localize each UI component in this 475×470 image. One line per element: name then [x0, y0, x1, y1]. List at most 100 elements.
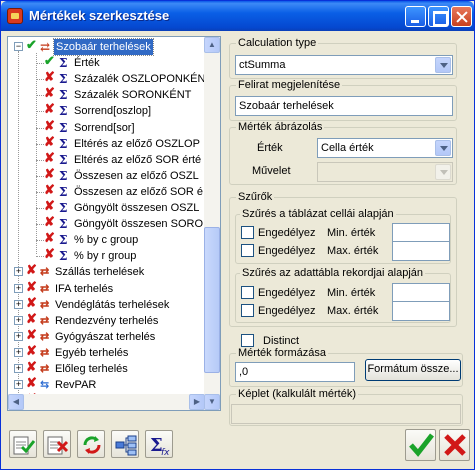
unchecked-icon[interactable]	[26, 295, 38, 311]
checked-icon[interactable]	[44, 53, 56, 69]
tree-child-item[interactable]: Σ Érték	[8, 53, 205, 71]
check-all-button[interactable]	[9, 430, 37, 458]
expand-icon[interactable]	[14, 267, 23, 277]
tree-child-item[interactable]: Σ % by c group	[8, 230, 205, 248]
unchecked-icon[interactable]	[26, 359, 38, 375]
tree-child-item[interactable]: Σ Sorrend[oszlop]	[8, 101, 205, 119]
tree-child-item[interactable]: Σ Összesen az előző OSZL	[8, 166, 205, 184]
unchecked-icon[interactable]	[26, 279, 38, 295]
tree-group-item[interactable]: ⇆ RevPAR	[8, 375, 205, 393]
minimize-button[interactable]	[405, 6, 426, 27]
unchecked-icon[interactable]	[26, 262, 38, 278]
measures-tree[interactable]: ⇄Szobaár terhelésekΣÉrtékΣSzázalék OSZLO…	[7, 36, 221, 411]
unchecked-icon[interactable]	[26, 327, 38, 343]
expand-icon[interactable]	[14, 283, 23, 293]
distinct-checkbox[interactable]	[241, 334, 254, 347]
unchecked-icon[interactable]	[44, 150, 56, 166]
format-input[interactable]: ,0	[235, 362, 355, 382]
tree-item-label: Göngyölt összesen SORO	[74, 218, 204, 231]
scroll-thumb[interactable]	[204, 227, 220, 373]
arrows-icon: ⇄	[40, 314, 50, 327]
table-max-input[interactable]	[392, 241, 450, 261]
unchecked-icon[interactable]	[44, 134, 56, 150]
unchecked-icon[interactable]	[44, 118, 56, 134]
tree-root-item[interactable]: ⇄Szobaár terhelések	[8, 37, 205, 56]
tree-item-label: % by c group	[74, 234, 139, 247]
scroll-right-button[interactable]: ▶	[189, 394, 205, 410]
table-min-input[interactable]	[392, 223, 450, 243]
tree-child-item[interactable]: Σ Eltérés az előző OSZLOP	[8, 134, 205, 152]
table-max-enable-checkbox[interactable]	[241, 244, 254, 257]
ok-button[interactable]	[405, 429, 436, 461]
tree-child-item[interactable]: Σ Százalék SORONKÉNT	[8, 85, 205, 103]
caption-input[interactable]: Szobaár terhelések	[235, 96, 453, 116]
unchecked-icon[interactable]	[44, 85, 56, 101]
tree-child-item[interactable]: Σ Sorrend[sor]	[8, 118, 205, 136]
uncheck-all-button[interactable]	[43, 430, 71, 458]
chevron-down-icon[interactable]	[435, 140, 451, 156]
tree-vertical-scrollbar[interactable]: ▲ ▼	[204, 37, 220, 410]
sigma-icon: Σ	[59, 217, 68, 232]
tree-guide-line	[36, 111, 44, 113]
maximize-button[interactable]	[428, 6, 449, 27]
tree-group-item[interactable]: ⇄ Előleg terhelés	[8, 359, 205, 377]
title-bar[interactable]: Mértékek szerkesztése	[1, 1, 474, 31]
table-min-enable-checkbox[interactable]	[241, 226, 254, 239]
unchecked-icon[interactable]	[26, 311, 38, 327]
tree-group-item[interactable]: ⇄ Vendéglátás terhelések	[8, 295, 205, 313]
scroll-down-button[interactable]: ▼	[204, 394, 220, 410]
tree-child-item[interactable]: Σ Összesen az előző SOR é	[8, 182, 205, 200]
chevron-down-icon[interactable]	[435, 57, 451, 73]
record-min-input[interactable]	[392, 283, 450, 303]
tree-item-label: Vendéglátás terhelések	[55, 298, 170, 311]
scroll-up-button[interactable]: ▲	[204, 37, 220, 53]
record-max-enable-checkbox[interactable]	[241, 304, 254, 317]
value-select[interactable]: Cella érték	[317, 138, 453, 158]
calc-type-select[interactable]: ctSumma	[235, 55, 453, 75]
formula-input[interactable]	[231, 404, 461, 424]
expand-icon[interactable]	[14, 380, 23, 390]
hierarchy-button[interactable]	[111, 430, 139, 458]
tree-group-item[interactable]: ⇄ Gyógyászat terhelés	[8, 327, 205, 345]
record-max-input[interactable]	[392, 301, 450, 321]
tree-child-item[interactable]: Σ Százalék OSZLOPONKÉNT	[8, 69, 205, 87]
format-builder-button[interactable]: Formátum össze...	[365, 359, 461, 381]
collapse-icon[interactable]	[14, 42, 23, 51]
refresh-button[interactable]	[77, 430, 105, 458]
tree-child-item[interactable]: Σ % by r group	[8, 246, 205, 264]
expand-icon[interactable]	[14, 299, 23, 309]
tree-child-item[interactable]: Σ Göngyölt összesen SORO	[8, 214, 205, 232]
unchecked-icon[interactable]	[44, 101, 56, 117]
unchecked-icon[interactable]	[26, 375, 38, 391]
unchecked-icon[interactable]	[44, 166, 56, 182]
tree-guide-line	[36, 159, 44, 161]
tree-child-item[interactable]: Σ Göngyölt összesen OSZL	[8, 198, 205, 216]
sigma-icon: Σ	[59, 72, 68, 87]
format-label: Mérték formázása	[236, 347, 329, 359]
tree-group-item[interactable]: ⇄ Szállás terhelések	[8, 262, 205, 280]
unchecked-icon[interactable]	[26, 343, 38, 359]
close-button[interactable]	[451, 6, 472, 27]
tree-group-item[interactable]: ⇄ Egyéb terhelés	[8, 343, 205, 361]
unchecked-icon[interactable]	[44, 230, 56, 246]
expand-icon[interactable]	[14, 331, 23, 341]
checked-icon[interactable]	[26, 37, 38, 53]
tree-child-item[interactable]: Σ Eltérés az előző SOR érté	[8, 150, 205, 168]
scroll-left-button[interactable]: ◀	[8, 394, 24, 410]
tree-group-item[interactable]: ⇄ IFA terhelés	[8, 279, 205, 297]
expand-icon[interactable]	[14, 364, 23, 373]
operation-select[interactable]	[317, 162, 453, 182]
unchecked-icon[interactable]	[44, 246, 56, 262]
tree-item-label: RevPAR	[55, 379, 97, 392]
expand-icon[interactable]	[14, 315, 23, 325]
unchecked-icon[interactable]	[44, 69, 56, 85]
unchecked-icon[interactable]	[44, 214, 56, 230]
record-min-enable-checkbox[interactable]	[241, 286, 254, 299]
tree-group-item[interactable]: ⇄ Rendezvény terhelés	[8, 311, 205, 329]
unchecked-icon[interactable]	[44, 182, 56, 198]
tree-horizontal-scrollbar[interactable]: ◀ ▶	[8, 394, 205, 410]
unchecked-icon[interactable]	[44, 198, 56, 214]
cancel-button[interactable]	[439, 429, 470, 461]
formula-builder-button[interactable]: Σ fx	[145, 430, 173, 458]
expand-icon[interactable]	[14, 347, 23, 357]
